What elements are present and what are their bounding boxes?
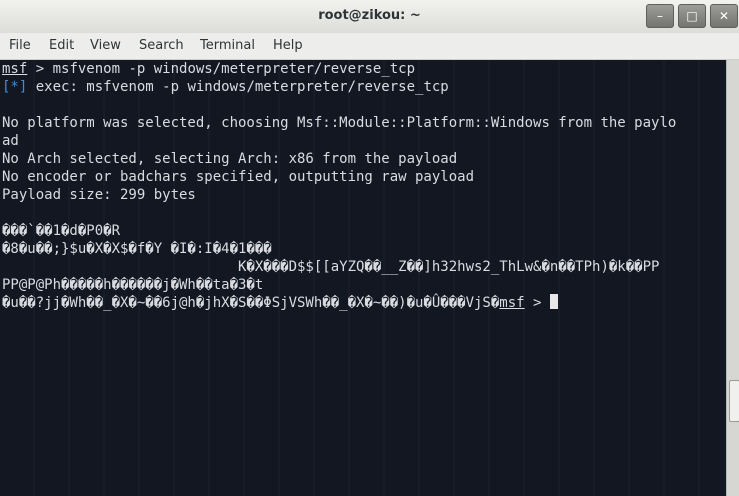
command-text: > msfvenom -p windows/meterpreter/revers… bbox=[27, 61, 416, 77]
binary-output-2: �8�u��;}$u�X�X$�f�Y �I�:I�4�1��� bbox=[2, 241, 272, 257]
menu-search[interactable]: Search bbox=[139, 38, 184, 53]
minimize-icon: – bbox=[657, 9, 663, 23]
title-bar[interactable]: root@zikou: ~ – □ ✕ bbox=[0, 0, 739, 34]
exec-text: exec: msfvenom -p windows/meterpreter/re… bbox=[27, 79, 449, 95]
binary-output-3: K�X���D$$[[aYZQ��__Z��]h32hws2_ThLw&�n��… bbox=[2, 259, 660, 275]
menu-help[interactable]: Help bbox=[273, 38, 303, 53]
window-title: root@zikou: ~ bbox=[318, 8, 421, 23]
binary-output-5: �u��?jj�Wh��_�X�~��6j@h�jhX�S��ΦSjVSWh��… bbox=[2, 294, 558, 312]
close-button[interactable]: ✕ bbox=[710, 4, 738, 28]
minimize-button[interactable]: – bbox=[646, 4, 674, 28]
close-icon: ✕ bbox=[718, 9, 730, 23]
prompt-label: msf bbox=[2, 61, 28, 77]
binary-output-4: PP@P@Ph�����h������j�Wh��ta�3�t bbox=[2, 277, 264, 293]
text-cursor bbox=[549, 294, 558, 309]
output-encoder: No encoder or badchars specified, output… bbox=[2, 169, 475, 185]
menu-terminal[interactable]: Terminal bbox=[200, 38, 255, 53]
menu-bar: File Edit View Search Terminal Help bbox=[0, 33, 739, 60]
scrollbar-thumb[interactable] bbox=[729, 380, 739, 422]
prompt-end-suffix: > bbox=[524, 295, 550, 311]
maximize-button[interactable]: □ bbox=[678, 4, 706, 28]
terminal-window: root@zikou: ~ – □ ✕ File Edit View Searc… bbox=[0, 0, 739, 496]
binary-output-1: ���`��1�d�P0�R bbox=[2, 223, 121, 239]
exec-tag: [*] bbox=[2, 79, 28, 95]
menu-view[interactable]: View bbox=[90, 38, 121, 53]
menu-file[interactable]: File bbox=[9, 38, 31, 53]
output-arch: No Arch selected, selecting Arch: x86 fr… bbox=[2, 151, 458, 167]
vertical-scrollbar[interactable] bbox=[726, 60, 739, 496]
exec-line: [*] exec: msfvenom -p windows/meterprete… bbox=[2, 78, 449, 96]
output-platform-wrap: ad bbox=[2, 133, 19, 149]
command-line: msf > msfvenom -p windows/meterpreter/re… bbox=[2, 60, 415, 78]
terminal-output[interactable]: msf > msfvenom -p windows/meterpreter/re… bbox=[0, 60, 726, 496]
output-size: Payload size: 299 bytes bbox=[2, 187, 196, 203]
prompt-end-label: msf bbox=[499, 295, 525, 311]
binary-output-5-text: �u��?jj�Wh��_�X�~��6j@h�jhX�S��ΦSjVSWh��… bbox=[2, 295, 500, 311]
maximize-icon: □ bbox=[686, 9, 698, 23]
menu-edit[interactable]: Edit bbox=[49, 38, 74, 53]
output-platform: No platform was selected, choosing Msf::… bbox=[2, 115, 677, 131]
